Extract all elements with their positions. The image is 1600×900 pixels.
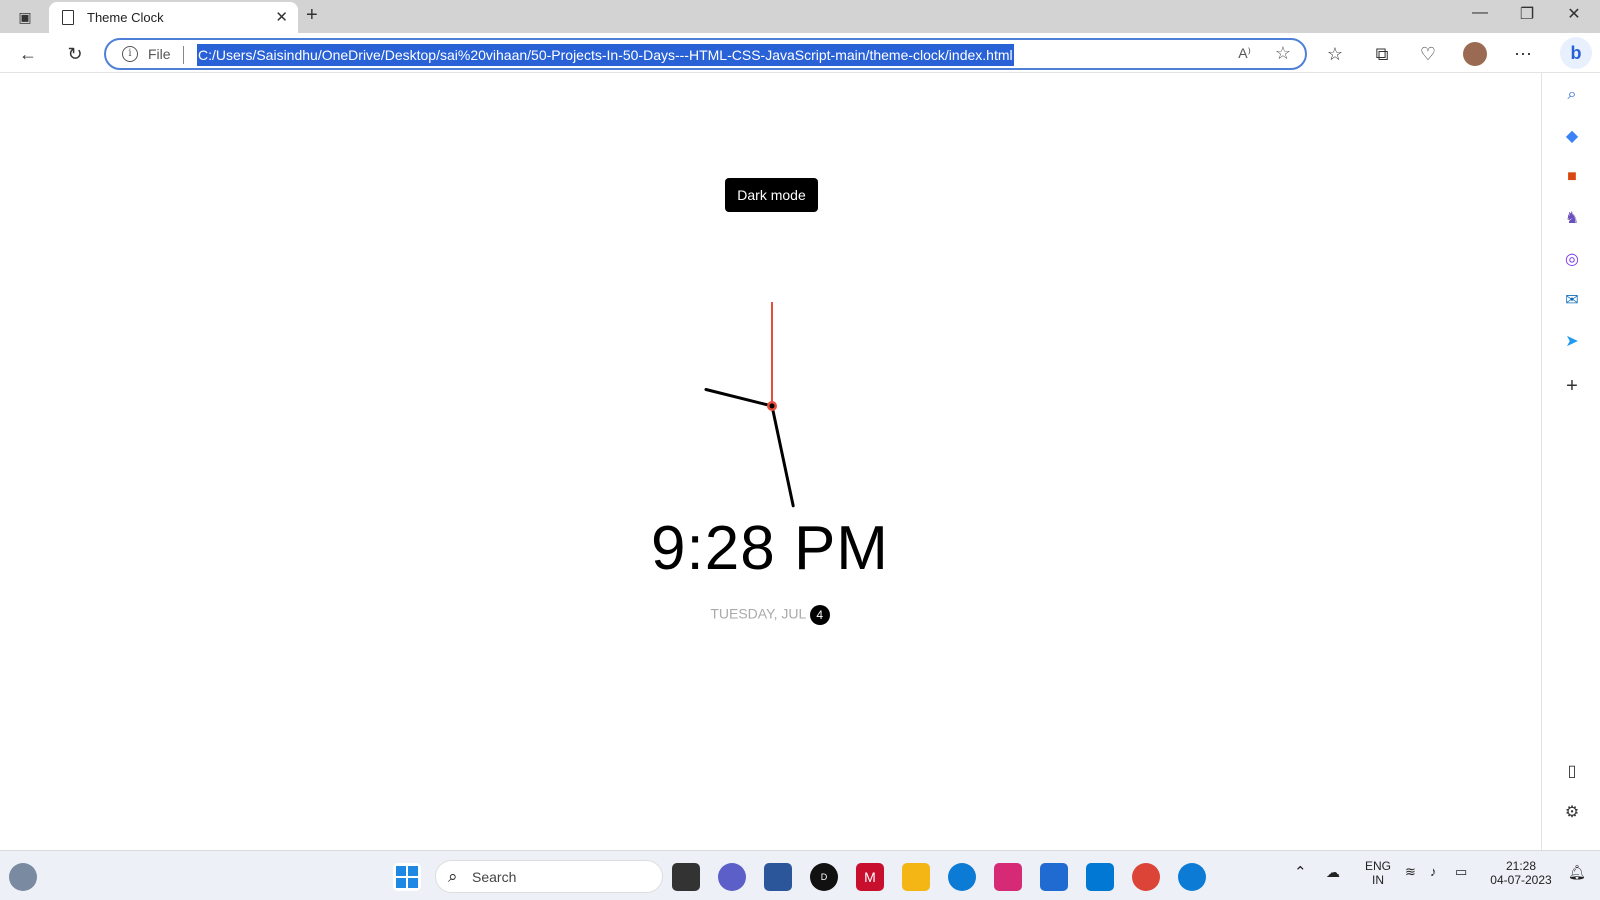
instagram-icon[interactable] (994, 863, 1022, 891)
bing-chat-icon[interactable]: b (1560, 37, 1592, 69)
language-line1: ENG (1364, 859, 1391, 873)
address-separator (183, 46, 184, 64)
address-bar[interactable]: i File C:/Users/Saisindhu/OneDrive/Deskt… (104, 38, 1307, 70)
microsoft-365-icon[interactable]: ◎ (1561, 248, 1583, 270)
analog-clock (704, 302, 795, 508)
title-bar: ▣ Theme Clock ✕ + — ❐ ✕ (0, 0, 1600, 33)
outlook-icon[interactable]: ✉ (1561, 289, 1583, 311)
minimize-icon[interactable]: — (1465, 4, 1495, 22)
file-label: File (148, 46, 171, 62)
page-content: Dark mode 9:28 PM TUESDAY, JUL 4 (0, 73, 1541, 850)
shopping-tag-icon[interactable]: ◆ (1561, 125, 1583, 147)
battery-icon[interactable]: ▭ (1455, 864, 1467, 880)
chrome-icon[interactable] (1132, 863, 1160, 891)
close-window-icon[interactable]: ✕ (1559, 4, 1589, 24)
more-options-icon[interactable]: ⋯ (1510, 41, 1536, 67)
sidebar-panel-icon[interactable]: ▯ (1561, 760, 1583, 782)
read-aloud-icon[interactable]: A⁾ (1238, 45, 1251, 62)
quick-assist-icon[interactable] (1040, 863, 1068, 891)
new-tab-icon[interactable]: + (306, 4, 318, 27)
wifi-icon[interactable]: ≋ (1405, 864, 1416, 880)
windows-logo-icon (396, 866, 418, 888)
chat-icon[interactable] (718, 863, 746, 891)
onedrive-icon[interactable]: ☁ (1326, 864, 1340, 881)
back-icon[interactable]: ← (15, 41, 41, 67)
language-indicator[interactable]: ENG IN (1362, 859, 1394, 887)
restore-icon[interactable]: ❐ (1512, 4, 1542, 24)
settings-gear-icon[interactable]: ⚙ (1561, 801, 1583, 823)
tools-icon[interactable]: ■ (1561, 166, 1583, 188)
notification-bell-icon[interactable]: 🔔︎ (1568, 864, 1586, 881)
vscode-icon[interactable] (1086, 863, 1114, 891)
dell-icon[interactable]: D (810, 863, 838, 891)
browser-toolbar: ← ↻ i File C:/Users/Saisindhu/OneDrive/D… (0, 33, 1600, 73)
collections-icon[interactable]: ⧉ (1369, 41, 1395, 67)
edge-active-icon[interactable] (1178, 863, 1206, 891)
taskbar-date: 04-07-2023 (1490, 873, 1552, 887)
windows-start-icon[interactable] (393, 863, 421, 891)
date-day-badge: 4 (809, 605, 830, 625)
volume-icon[interactable]: ♪ (1430, 864, 1437, 879)
edge-icon[interactable] (948, 863, 976, 891)
weather-icon[interactable] (9, 863, 37, 891)
tab-actions-icon[interactable]: ▣ (10, 5, 40, 29)
favorites-icon[interactable]: ☆ (1322, 41, 1348, 67)
screen: ▣ Theme Clock ✕ + — ❐ ✕ ← ↻ i File C:/Us… (0, 0, 1600, 900)
taskbar-search[interactable]: ⌕ Search (435, 860, 663, 893)
date-display: TUESDAY, JUL 4 (620, 605, 920, 625)
taskbar-clock[interactable]: 21:28 04-07-2023 (1488, 859, 1554, 887)
taskbar: ⌕ Search D M ⌃ ☁ ENG IN ≋ ♪ ▭ 21:28 04-0… (0, 850, 1600, 900)
clock-center-dot (769, 403, 775, 409)
add-icon[interactable]: + (1561, 375, 1583, 397)
url-text[interactable]: C:/Users/Saisindhu/OneDrive/Desktop/sai%… (197, 44, 1014, 66)
refresh-icon[interactable]: ↻ (62, 41, 88, 67)
digital-time: 9:28 PM (651, 514, 889, 583)
profile-avatar[interactable] (1462, 41, 1488, 67)
date-prefix: TUESDAY, JUL (710, 605, 806, 622)
tab-title: Theme Clock (87, 10, 164, 25)
tab-theme-clock[interactable]: Theme Clock ✕ (49, 2, 298, 33)
favorite-star-icon[interactable]: ☆ (1275, 43, 1291, 64)
taskbar-time: 21:28 (1505, 859, 1537, 873)
tray-overflow-icon[interactable]: ⌃ (1294, 863, 1307, 881)
taskbar-search-placeholder: Search (472, 869, 517, 885)
language-line2: IN (1372, 873, 1384, 887)
search-icon[interactable]: ⌕ (1561, 84, 1583, 106)
drop-icon[interactable]: ➤ (1561, 330, 1583, 352)
hour-hand (704, 388, 774, 408)
file-explorer-icon[interactable] (902, 863, 930, 891)
edge-sidebar: ⌕ ◆ ■ ♞ ◎ ✉ ➤ + ▯ ⚙ (1541, 73, 1600, 850)
search-magnifier-icon: ⌕ (448, 867, 458, 886)
mcafee-icon[interactable]: M (856, 863, 884, 891)
store-icon[interactable] (764, 863, 792, 891)
games-icon[interactable]: ♞ (1561, 207, 1583, 229)
close-tab-icon[interactable]: ✕ (275, 8, 288, 26)
browser-essentials-icon[interactable]: ♡ (1415, 41, 1441, 67)
task-view-icon[interactable] (672, 863, 700, 891)
minute-hand (770, 404, 795, 508)
page-icon (62, 10, 74, 25)
info-icon[interactable]: i (122, 46, 138, 62)
